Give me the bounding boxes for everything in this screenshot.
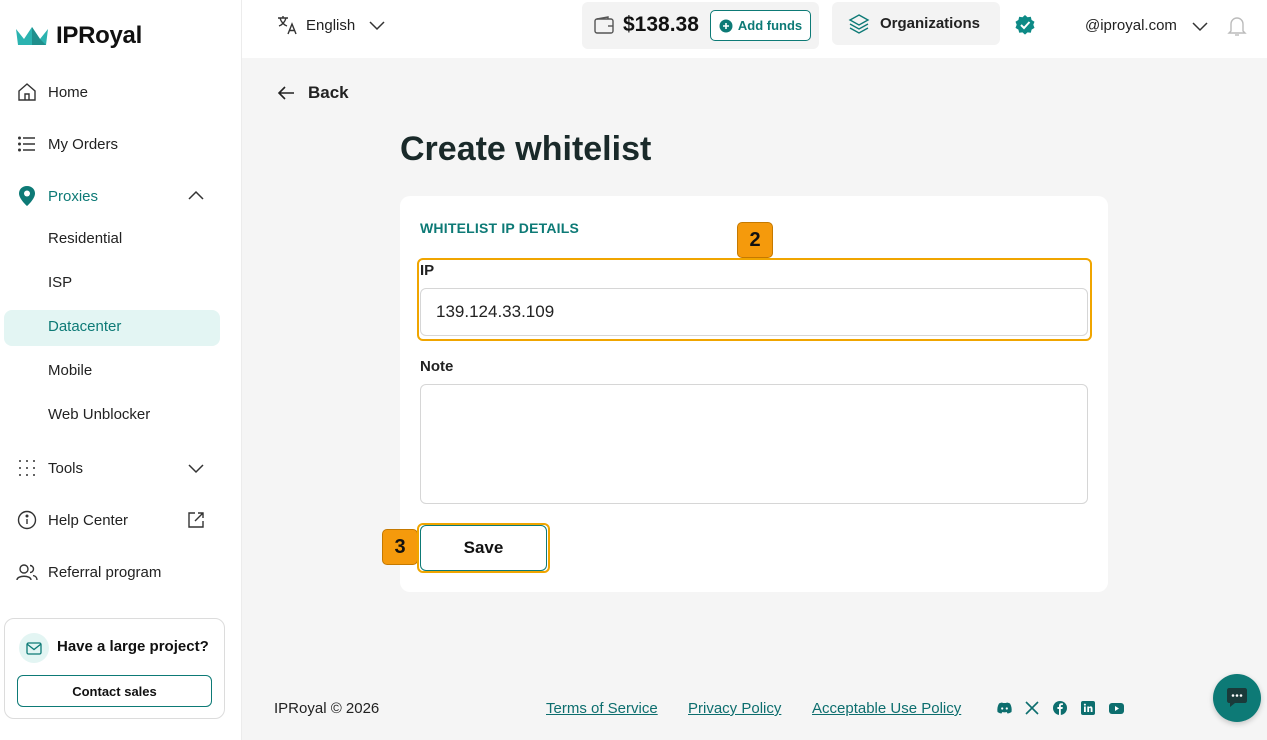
add-funds-label: Add funds — [737, 18, 803, 33]
footer-link-aup[interactable]: Acceptable Use Policy — [812, 700, 961, 717]
promo-title: Have a large project? — [57, 638, 209, 655]
sidebar-item-label: Home — [48, 83, 89, 101]
sidebar-item-help-center[interactable]: Help Center — [16, 509, 128, 531]
footer-copyright: IPRoyal © 2026 — [274, 700, 380, 717]
footer-link-terms[interactable]: Terms of Service — [546, 700, 658, 717]
crown-logo-icon — [16, 27, 48, 45]
sidebar-item-label: Tools — [48, 459, 84, 477]
add-funds-button[interactable]: Add funds — [710, 10, 811, 41]
topbar: English $138.38 Add funds Organizations … — [242, 0, 1267, 58]
translate-icon — [278, 16, 297, 35]
sidebar-sub-web-unblocker[interactable]: Web Unblocker — [48, 406, 150, 423]
verified-badge-icon — [1015, 15, 1035, 35]
organizations-button[interactable]: Organizations — [832, 2, 1000, 45]
sidebar-item-home[interactable]: Home — [16, 81, 88, 103]
ip-label: IP — [420, 262, 435, 279]
linkedin-icon[interactable] — [1080, 700, 1096, 716]
sidebar-sub-mobile[interactable]: Mobile — [48, 362, 92, 379]
language-label: English — [306, 16, 356, 34]
logo[interactable]: IPRoyal — [16, 22, 142, 50]
sidebar-item-label: Referral program — [48, 563, 162, 581]
language-selector[interactable]: English — [276, 14, 387, 36]
location-pin-icon — [16, 185, 38, 207]
sidebar-sub-isp[interactable]: ISP — [48, 274, 72, 291]
x-icon[interactable] — [1024, 700, 1040, 716]
home-icon — [16, 81, 38, 103]
youtube-icon[interactable] — [1108, 700, 1124, 716]
wallet-panel: $138.38 Add funds — [582, 2, 819, 49]
footer-link-privacy[interactable]: Privacy Policy — [688, 700, 781, 717]
sidebar-item-label: My Orders — [48, 135, 119, 153]
users-icon — [16, 561, 38, 583]
discord-icon[interactable] — [996, 700, 1012, 716]
mail-icon — [19, 633, 49, 663]
sidebar-item-label: Help Center — [48, 511, 129, 529]
note-textarea[interactable] — [420, 384, 1088, 504]
sidebar-sub-datacenter[interactable]: Datacenter — [48, 318, 121, 335]
chevron-down-icon[interactable] — [1190, 16, 1210, 36]
account-email[interactable]: @iproyal.com — [1085, 17, 1177, 34]
chevron-down-icon — [369, 21, 385, 31]
sidebar-item-proxies[interactable]: Proxies — [16, 185, 98, 207]
wallet-icon — [594, 16, 614, 34]
back-link[interactable]: Back — [276, 83, 349, 103]
sidebar-item-my-orders[interactable]: My Orders — [16, 133, 118, 155]
organizations-label: Organizations — [880, 15, 981, 32]
ip-input[interactable] — [420, 288, 1088, 336]
chat-icon — [1227, 688, 1247, 707]
logo-text: IPRoyal — [56, 22, 142, 49]
contact-sales-button[interactable]: Contact sales — [17, 675, 212, 707]
plus-circle-icon — [719, 19, 733, 32]
whitelist-form-card: WHITELIST IP DETAILS 2 IP Note 3 Save — [382, 196, 1108, 592]
step-badge-2: 2 — [737, 222, 773, 258]
promo-card: Have a large project? Contact sales — [4, 618, 225, 719]
back-label: Back — [308, 83, 349, 102]
save-button[interactable]: Save — [420, 525, 547, 571]
sidebar-sub-residential[interactable]: Residential — [48, 230, 122, 247]
balance-amount: $138.38 — [623, 13, 699, 36]
bell-icon[interactable] — [1227, 15, 1247, 37]
info-icon — [16, 509, 38, 531]
sidebar-item-tools[interactable]: Tools — [16, 457, 83, 479]
chevron-up-icon[interactable] — [186, 186, 206, 206]
section-title: WHITELIST IP DETAILS — [420, 220, 580, 236]
list-icon — [16, 133, 38, 155]
sidebar-item-label: Proxies — [48, 187, 99, 205]
page-title: Create whitelist — [400, 130, 652, 168]
step-badge-3: 3 — [382, 529, 418, 565]
sidebar: IPRoyal Home My Orders Proxies Residenti… — [0, 0, 242, 740]
arrow-left-icon — [277, 86, 294, 100]
facebook-icon[interactable] — [1052, 700, 1068, 716]
note-label: Note — [420, 358, 454, 375]
sidebar-item-referral[interactable]: Referral program — [16, 561, 161, 583]
chat-button[interactable] — [1213, 674, 1261, 722]
grid-dots-icon — [16, 457, 38, 479]
layers-icon — [848, 13, 870, 34]
external-link-icon — [188, 512, 204, 528]
chevron-down-icon[interactable] — [186, 458, 206, 478]
